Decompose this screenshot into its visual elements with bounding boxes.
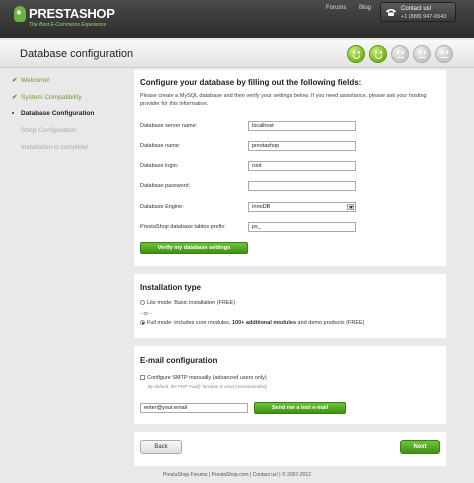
- checkmark-icon: ✔: [12, 94, 18, 101]
- penguin-logo-icon: [14, 6, 26, 22]
- page-title: Database configuration: [20, 48, 134, 60]
- logo-tagline: The Best E-Commerce Experience: [29, 22, 107, 28]
- prestashop-logo[interactable]: PRESTASHOP The Best E-Commerce Experienc…: [14, 4, 115, 32]
- database-login-input[interactable]: [248, 161, 356, 171]
- progress-smiley-5-icon: [435, 45, 453, 63]
- smtp-note: By default, the PHP 'mail()' function is…: [148, 384, 267, 389]
- step-system-compatibility: ✔ System Compatibility: [12, 94, 82, 101]
- phone-icon: [386, 9, 396, 16]
- section-divider: [134, 266, 446, 274]
- chevron-down-icon: [347, 204, 354, 210]
- database-name-label: Database name:: [140, 143, 181, 149]
- header-bar: PRESTASHOP The Best E-Commerce Experienc…: [0, 0, 474, 38]
- full-mode-option[interactable]: Full mode: includes core modules, 100+ a…: [140, 320, 365, 326]
- lite-mode-option[interactable]: Lite mode: Basic installation (FREE): [140, 300, 235, 306]
- smtp-option[interactable]: Configure SMTP manually (advanced users …: [140, 375, 267, 381]
- database-login-label: Database login:: [140, 163, 179, 169]
- database-heading: Configure your database by filling out t…: [140, 78, 362, 87]
- forums-link[interactable]: Forums: [326, 5, 346, 11]
- database-password-label: Database password:: [140, 183, 191, 189]
- progress-smiley-4-icon: [413, 45, 431, 63]
- step-installation-complete: Installation is complete!: [21, 144, 89, 151]
- lite-mode-radio[interactable]: [140, 300, 145, 305]
- title-bar: Database configuration: [0, 40, 474, 68]
- contact-title: Contact us!: [401, 6, 432, 12]
- section-divider: [134, 338, 446, 346]
- send-test-email-button[interactable]: Send me a test e-mail: [254, 402, 346, 414]
- contact-phone: +1 (888) 947-6543: [401, 14, 447, 20]
- step-shop-configuration: Shop Configuration: [21, 127, 77, 134]
- logo-text: PRESTASHOP: [29, 6, 115, 21]
- verify-database-button[interactable]: Verify my database settings: [140, 242, 248, 254]
- database-engine-label: Database Engine:: [140, 204, 184, 210]
- contact-box[interactable]: Contact us! +1 (888) 947-6543: [380, 2, 456, 22]
- database-name-input[interactable]: [248, 141, 356, 151]
- progress-smiley-1-icon: [347, 45, 365, 63]
- or-separator: - or -: [140, 311, 152, 317]
- blog-link[interactable]: Blog: [359, 5, 371, 11]
- tables-prefix-input[interactable]: [248, 222, 356, 232]
- main-content: Configure your database by filling out t…: [134, 70, 446, 466]
- checkmark-icon: ✔: [12, 77, 18, 84]
- installation-type-heading: Installation type: [140, 283, 201, 292]
- database-intro: Please create a MySQL database and then …: [140, 93, 427, 107]
- tables-prefix-label: PrestaShop database tables prefix:: [140, 224, 226, 230]
- back-button[interactable]: Back: [140, 440, 182, 454]
- database-engine-select[interactable]: InnoDB: [248, 202, 356, 212]
- smtp-checkbox[interactable]: [140, 375, 145, 380]
- progress-smiley-3-icon: [391, 45, 409, 63]
- database-engine-value: InnoDB: [252, 204, 271, 210]
- test-email-input[interactable]: [140, 403, 248, 413]
- server-name-label: Database server name:: [140, 123, 198, 129]
- email-heading: E-mail configuration: [140, 356, 218, 365]
- full-mode-radio[interactable]: [140, 320, 145, 325]
- server-name-input[interactable]: [248, 121, 356, 131]
- step-welcome: ✔ Welcome!: [12, 77, 50, 84]
- step-database-configuration: • Database Configuration: [12, 110, 95, 117]
- section-divider: [134, 424, 446, 432]
- progress-smiley-2-icon: [369, 45, 387, 63]
- database-password-input[interactable]: [248, 181, 356, 191]
- footer-links[interactable]: PrestaShop Forums | PrestaShop.com | Con…: [0, 472, 474, 478]
- bullet-icon: •: [12, 110, 15, 117]
- next-button[interactable]: Next: [400, 440, 440, 454]
